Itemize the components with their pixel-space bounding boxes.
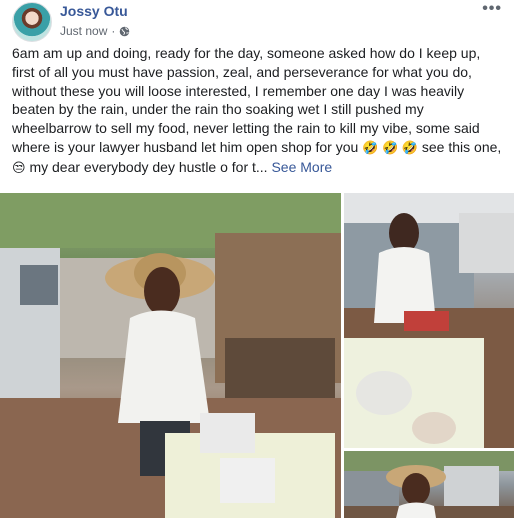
- photo-main-illustration: [0, 193, 341, 518]
- post-text: 6am am up and doing, ready for the day, …: [12, 44, 506, 178]
- unamused-emoji-icon: 😒: [12, 159, 26, 175]
- post-body-text: 6am am up and doing, ready for the day, …: [12, 45, 481, 155]
- avatar[interactable]: [12, 2, 52, 42]
- post-body-text-2: see this one,: [418, 138, 502, 155]
- post-photo-top-right[interactable]: [344, 193, 514, 448]
- post-photo-main[interactable]: [0, 193, 341, 518]
- photo-bottom-right-illustration: [344, 451, 514, 518]
- laughing-emoji-icon: 🤣 🤣 🤣: [362, 139, 418, 155]
- meta-separator: ·: [111, 24, 116, 38]
- post-photo-bottom-right[interactable]: [344, 451, 514, 518]
- more-icon[interactable]: •••: [482, 0, 502, 18]
- post-body-text-3: my dear everybody dey hustle o for t...: [25, 158, 268, 175]
- post-timestamp[interactable]: Just now: [60, 24, 107, 38]
- photo-top-right-illustration: [344, 193, 514, 448]
- post-meta: Just now ·: [60, 24, 130, 38]
- globe-icon[interactable]: [119, 26, 130, 37]
- post-header: Jossy Otu Just now · •••: [0, 0, 514, 44]
- author-name[interactable]: Jossy Otu: [60, 3, 128, 19]
- see-more-link[interactable]: See More: [271, 159, 332, 175]
